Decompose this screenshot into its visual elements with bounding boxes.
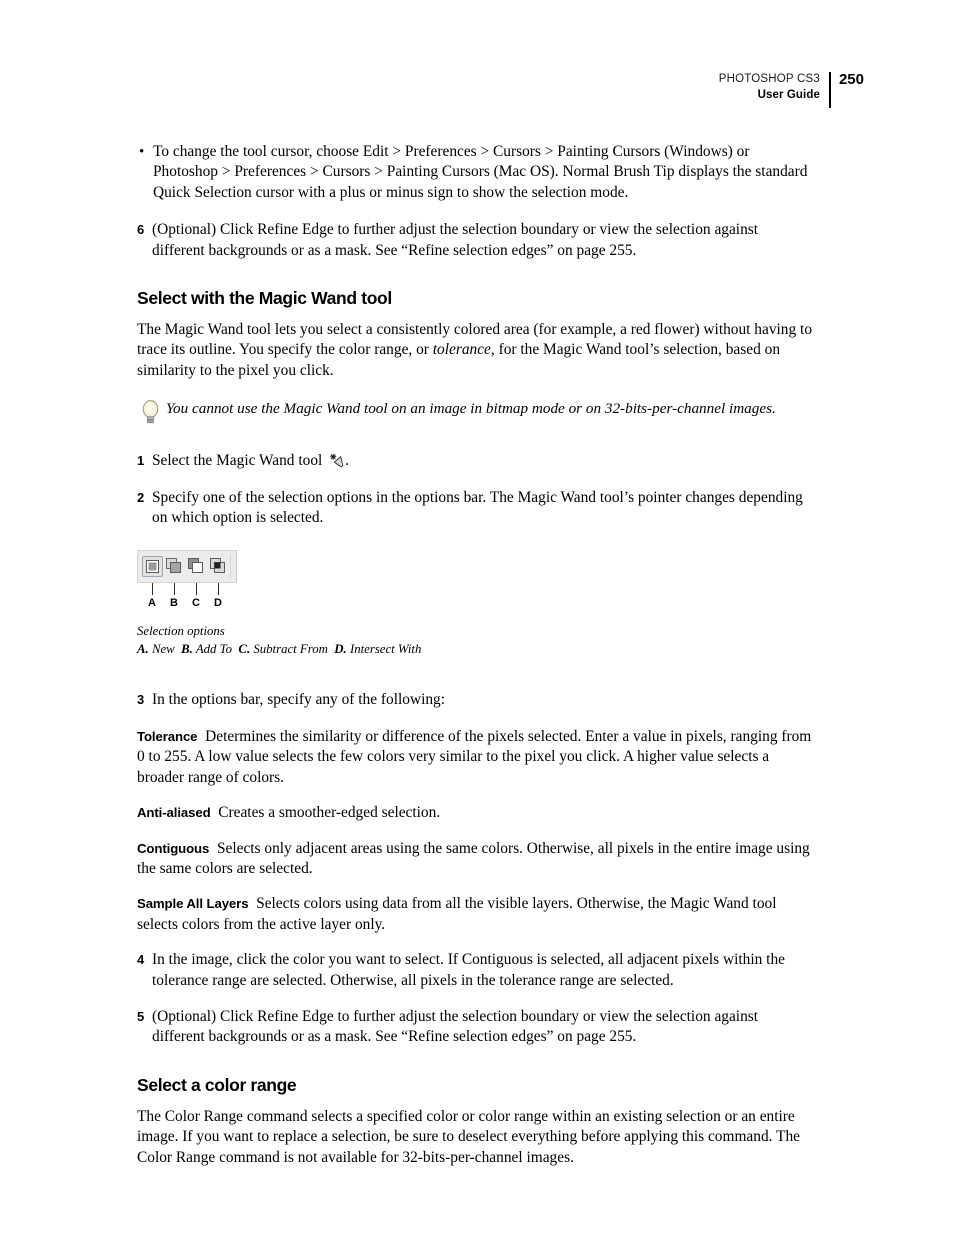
step-text: Specify one of the selection options in …: [152, 488, 803, 527]
step-text-end: .: [345, 452, 350, 470]
document-page: PHOTOSHOP CS3 User Guide 250 • To change…: [0, 0, 954, 1235]
caption-label-b: Add To: [195, 641, 232, 656]
step-text: In the image, click the color you want t…: [152, 951, 785, 989]
callout-leader-lines: [137, 583, 237, 597]
add-to-selection-button[interactable]: [164, 556, 185, 577]
step-2: 2 Specify one of the selection options i…: [137, 488, 813, 529]
callout-label-b: B: [170, 597, 178, 610]
step-text: Select the Magic Wand tool: [152, 452, 323, 470]
step-5: 5 (Optional) Click Refine Edge to furthe…: [137, 1007, 813, 1048]
callout-label-a: A: [148, 597, 156, 610]
subtract-from-selection-button[interactable]: [186, 556, 207, 577]
page-header: PHOTOSHOP CS3 User Guide 250: [719, 72, 864, 110]
leader-line-b: [174, 583, 175, 596]
options-bar: [137, 550, 237, 584]
callout-label-d: D: [214, 597, 222, 610]
caption-label-c: Subtract From: [253, 641, 328, 656]
bullet-dot-icon: •: [139, 144, 145, 160]
bullet-text: To change the tool cursor, choose Edit >…: [153, 143, 808, 201]
leader-line-a: [152, 583, 153, 596]
step-number: 3: [137, 692, 145, 708]
antialiased-label: Anti-aliased: [137, 805, 211, 821]
caption-letter-a: A.: [137, 641, 149, 656]
figure-caption: Selection options A. New B. Add To C. Su…: [137, 623, 437, 657]
new-selection-button[interactable]: [142, 556, 163, 578]
list-item: • To change the tool cursor, choose Edit…: [137, 142, 813, 203]
step-4: 4 In the image, click the color you want…: [137, 950, 813, 991]
caption-letter-b: B.: [181, 641, 193, 656]
step-number: 4: [137, 952, 145, 968]
tip-note-text: You cannot use the Magic Wand tool on an…: [166, 400, 776, 418]
magic-wand-intro-paragraph: The Magic Wand tool lets you select a co…: [137, 320, 813, 381]
tolerance-paragraph: Tolerance Determines the similarity or d…: [137, 727, 813, 788]
step-text: (Optional) Click Refine Edge to further …: [152, 221, 759, 259]
antialiased-text: Creates a smoother-edged selection.: [218, 804, 441, 822]
tip-note-block: You cannot use the Magic Wand tool on an…: [137, 399, 813, 431]
contiguous-text: Selects only adjacent areas using the sa…: [137, 839, 810, 877]
sample-all-layers-label: Sample All Layers: [137, 896, 249, 912]
callout-label-c: C: [192, 597, 200, 610]
lightbulb-icon: [142, 400, 159, 426]
tolerance-text: Determines the similarity or difference …: [137, 727, 812, 786]
caption-label-a: New: [151, 641, 175, 656]
section-heading-magic-wand: Select with the Magic Wand tool: [137, 288, 392, 309]
step-6: 6 (Optional) Click Refine Edge to furthe…: [137, 220, 813, 261]
sample-all-layers-paragraph: Sample All Layers Selects colors using d…: [137, 894, 813, 935]
step-number: 6: [137, 222, 145, 238]
intro-italic-tolerance: tolerance: [432, 341, 491, 359]
leader-line-d: [218, 583, 219, 596]
leader-line-c: [196, 583, 197, 596]
step-text: (Optional) Click Refine Edge to further …: [152, 1007, 759, 1046]
magic-wand-icon: [329, 453, 344, 468]
caption-letter-d: D.: [334, 641, 347, 656]
step-number: 2: [137, 489, 145, 505]
step-1: 1 Select the Magic Wand tool .: [137, 451, 813, 471]
selection-options-figure: A B C D Selection options A. New B. Add …: [137, 550, 437, 657]
callout-labels: A B C D: [137, 597, 247, 612]
caption-letter-c: C.: [238, 641, 251, 656]
intersect-with-selection-button[interactable]: [208, 556, 229, 577]
tolerance-label: Tolerance: [137, 728, 198, 744]
header-doc-type: User Guide: [757, 89, 820, 101]
contiguous-paragraph: Contiguous Selects only adjacent areas u…: [137, 839, 813, 880]
header-title-block: PHOTOSHOP CS3 User Guide: [719, 72, 829, 110]
step-3: 3 In the options bar, specify any of the…: [137, 690, 813, 710]
caption-legend: A. New B. Add To C. Subtract From D. Int…: [137, 641, 437, 658]
color-range-paragraph: The Color Range command selects a specif…: [137, 1107, 800, 1166]
step-number: 5: [137, 1008, 145, 1024]
step-number: 1: [137, 453, 145, 469]
caption-label-d: Intersect With: [349, 641, 422, 656]
antialiased-paragraph: Anti-aliased Creates a smoother-edged se…: [137, 803, 813, 823]
contiguous-label: Contiguous: [137, 840, 210, 856]
main-content-column: • To change the tool cursor, choose Edit…: [137, 142, 813, 1182]
section-heading-color-range: Select a color range: [137, 1074, 297, 1095]
step-text: In the options bar, specify any of the f…: [152, 691, 446, 709]
caption-title: Selection options: [137, 624, 225, 639]
header-product-name: PHOTOSHOP CS3: [718, 73, 820, 85]
page-number: 250: [838, 71, 864, 88]
